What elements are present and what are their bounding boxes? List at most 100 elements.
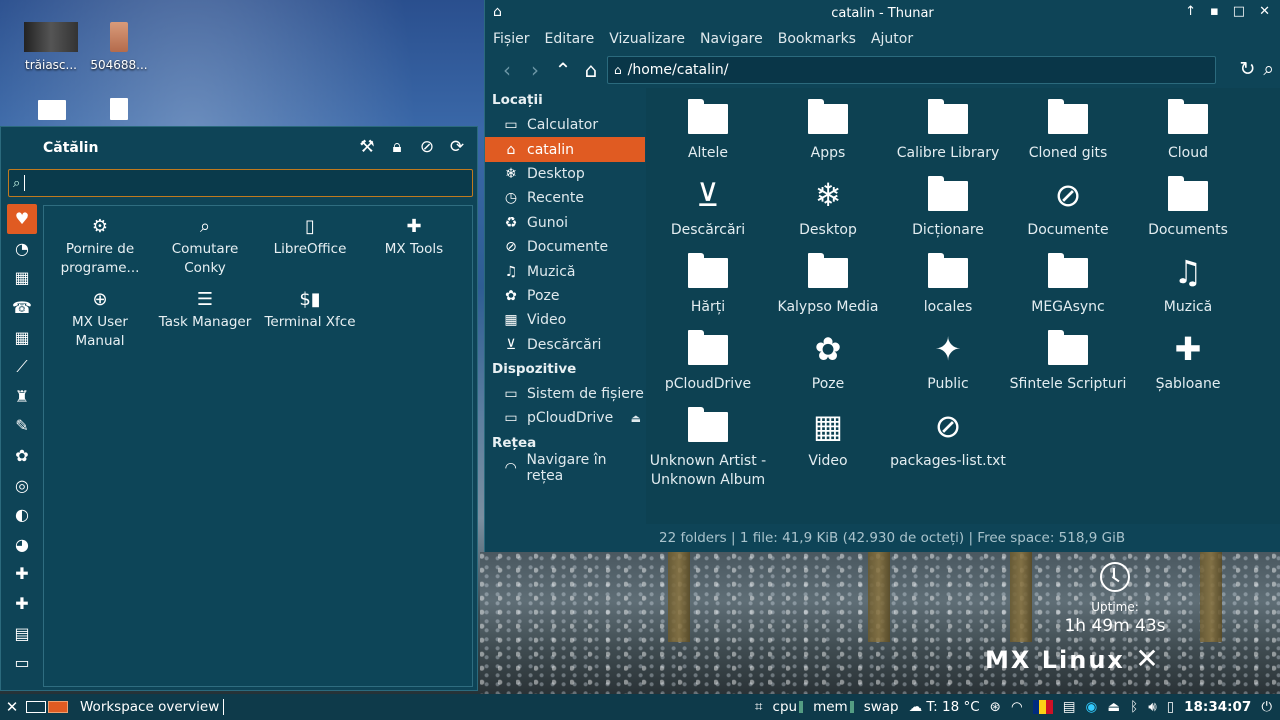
menu-help[interactable]: Ajutor [871, 31, 913, 47]
workspace-2[interactable] [48, 701, 68, 713]
sidebar-item-filesystem[interactable]: ▭ Sistem de fișiere [485, 382, 645, 406]
sidebar-item-desktop[interactable]: ❄ Desktop [485, 162, 645, 186]
clipboard-icon[interactable]: ▤ [1063, 699, 1076, 715]
file-item[interactable]: Hărți [648, 252, 768, 317]
file-item[interactable]: Documents [1128, 175, 1248, 240]
file-item[interactable]: Unknown Artist - Unknown Album [648, 406, 768, 490]
file-item[interactable]: ♫ Muzică [1128, 252, 1248, 317]
taskbar-task[interactable]: Workspace overview [80, 699, 225, 715]
menu-app-task-manager[interactable]: ☰ Task Manager [151, 289, 259, 332]
menu-bookmarks[interactable]: Bookmarks [778, 31, 856, 47]
keyboard-layout-flag-icon[interactable] [1032, 700, 1053, 714]
file-item[interactable]: Dicționare [888, 175, 1008, 240]
file-item[interactable]: ✿ Poze [768, 329, 888, 394]
development-category-icon[interactable]: ▦ [7, 322, 37, 352]
file-item[interactable]: ⊘ packages-list.txt [888, 406, 1008, 471]
menu-file[interactable]: Fișier [493, 31, 529, 47]
file-item[interactable]: ✦ Public [888, 329, 1008, 394]
sidebar-item-pictures[interactable]: ✿ Poze [485, 284, 645, 308]
keep-above-icon[interactable]: ↑ [1185, 4, 1196, 19]
system-category-icon[interactable]: ▤ [7, 618, 37, 648]
menu-app-manual[interactable]: ⊕ MX User Manual [46, 289, 154, 351]
sidebar-item-video[interactable]: ▦ Video [485, 308, 645, 332]
file-item[interactable]: Kalypso Media [768, 252, 888, 317]
search-icon[interactable]: ⌕ [1263, 58, 1274, 80]
title-bar[interactable]: ⌂ catalin - Thunar ↑ ▪ □ ✕ [485, 0, 1280, 26]
weather[interactable]: ☁ T: 18 °C [909, 699, 980, 715]
menu-app-terminal[interactable]: $▮ Terminal Xfce [256, 289, 364, 332]
file-item[interactable]: ⊻ Descărcări [648, 175, 768, 240]
bluetooth-icon[interactable]: ᛒ [1130, 699, 1138, 715]
volume-icon[interactable]: 🔊︎ [1148, 699, 1157, 715]
graphics-category-icon[interactable]: ⟋ [7, 352, 37, 382]
menu-app-startup[interactable]: ⚙ Pornire de programe... [46, 216, 154, 278]
eject-icon[interactable]: ⏏ [631, 412, 641, 425]
multimedia-category-icon[interactable]: ✿ [7, 441, 37, 471]
reload-icon[interactable]: ↻ [1239, 58, 1255, 80]
location-bar[interactable]: ⌂ /home/catalin/ [607, 56, 1216, 84]
sidebar-item-music[interactable]: ♫ Muzică [485, 259, 645, 283]
switch-user-icon[interactable]: ⊘ [417, 137, 437, 157]
maximize-icon[interactable]: □ [1233, 4, 1245, 19]
mx-menu-icon[interactable]: ✕ [0, 698, 24, 716]
minimize-icon[interactable]: ▪ [1210, 4, 1219, 19]
menu-edit[interactable]: Editare [544, 31, 594, 47]
file-item[interactable]: Cloud [1128, 98, 1248, 163]
sidebar-item-pclouddrive[interactable]: ▭ pCloudDrive ⏏ [485, 406, 645, 430]
menu-app-conky[interactable]: ⌕ Comutare Conky [151, 216, 259, 278]
file-item[interactable]: locales [888, 252, 1008, 317]
office-category-icon[interactable]: ✎ [7, 411, 37, 441]
menu-app-libreoffice[interactable]: ▯ LibreOffice [256, 216, 364, 259]
settings-category-icon[interactable]: ✚ [7, 559, 37, 589]
forward-icon[interactable]: › [521, 58, 549, 82]
internet-category-icon[interactable]: ◎ [7, 470, 37, 500]
sidebar-item-documents[interactable]: ⊘ Documente [485, 235, 645, 259]
accessories-category-icon[interactable]: ☎ [7, 293, 37, 323]
menu-go[interactable]: Navigare [700, 31, 763, 47]
power-icon[interactable]: ▯ [1167, 699, 1174, 715]
file-item[interactable]: MEGAsync [1008, 252, 1128, 317]
desktop-icon-video[interactable]: trăiasc... [16, 22, 86, 72]
clock-time[interactable]: 18:34:07 [1184, 699, 1251, 715]
desktop-icon-file[interactable]: 504688... [84, 22, 154, 72]
file-item[interactable]: ▦ Video [768, 406, 888, 471]
home-icon[interactable]: ⌂ [577, 58, 605, 82]
shutdown-icon[interactable]: ⏻ [1261, 699, 1272, 715]
logout-icon[interactable]: ⟳ [447, 137, 467, 157]
other-category-icon[interactable]: ▭ [7, 648, 37, 678]
file-item[interactable]: Sfintele Scripturi [1008, 329, 1128, 394]
sidebar-item-network[interactable]: ◠ Navigare în rețea [485, 452, 645, 484]
menu-search-input[interactable]: ⌕ [8, 169, 473, 197]
updater-icon[interactable]: ⊛ [990, 699, 1001, 715]
sidebar-item-trash[interactable]: ♻ Gunoi [485, 211, 645, 235]
close-icon[interactable]: ✕ [1259, 4, 1270, 19]
file-item[interactable]: Calibre Library [888, 98, 1008, 163]
sidebar-item-computer[interactable]: ▭ Calculator [485, 113, 645, 137]
settings-tools-icon[interactable]: ⚒ [357, 137, 377, 157]
eject-tray-icon[interactable]: ⏏ [1107, 699, 1120, 715]
screenshot-icon[interactable]: ⌗ [755, 699, 763, 715]
education-category-icon[interactable]: ♜ [7, 382, 37, 412]
sync-icon[interactable]: ◉ [1086, 699, 1098, 715]
workspace-1[interactable] [26, 701, 46, 713]
file-item[interactable]: pCloudDrive [648, 329, 768, 394]
sidebar-item-home[interactable]: ⌂ catalin [485, 137, 645, 162]
network-icon[interactable]: ◠ [1011, 699, 1023, 715]
file-item[interactable]: Apps [768, 98, 888, 163]
menu-app-mx-tools[interactable]: ✚ MX Tools [360, 216, 468, 259]
desktop-folder-icon[interactable] [38, 100, 66, 120]
all-apps-category-icon[interactable]: ▦ [7, 263, 37, 293]
desktop-archive-icon[interactable] [110, 98, 128, 120]
lock-icon[interactable]: 🔒︎ [387, 137, 407, 157]
file-item[interactable]: Cloned gits [1008, 98, 1128, 163]
menu-view[interactable]: Vizualizare [609, 31, 685, 47]
favorites-category-icon[interactable]: ♥ [7, 204, 37, 234]
file-item[interactable]: ❄ Desktop [768, 175, 888, 240]
recent-category-icon[interactable]: ◔ [7, 234, 37, 264]
file-item[interactable]: Altele [648, 98, 768, 163]
games-category-icon[interactable]: ◐ [7, 500, 37, 530]
network-category-icon[interactable]: ◕ [7, 530, 37, 560]
file-item[interactable]: ⊘ Documente [1008, 175, 1128, 240]
up-icon[interactable]: ⌃ [549, 58, 577, 82]
sidebar-item-downloads[interactable]: ⊻ Descărcări [485, 333, 645, 357]
